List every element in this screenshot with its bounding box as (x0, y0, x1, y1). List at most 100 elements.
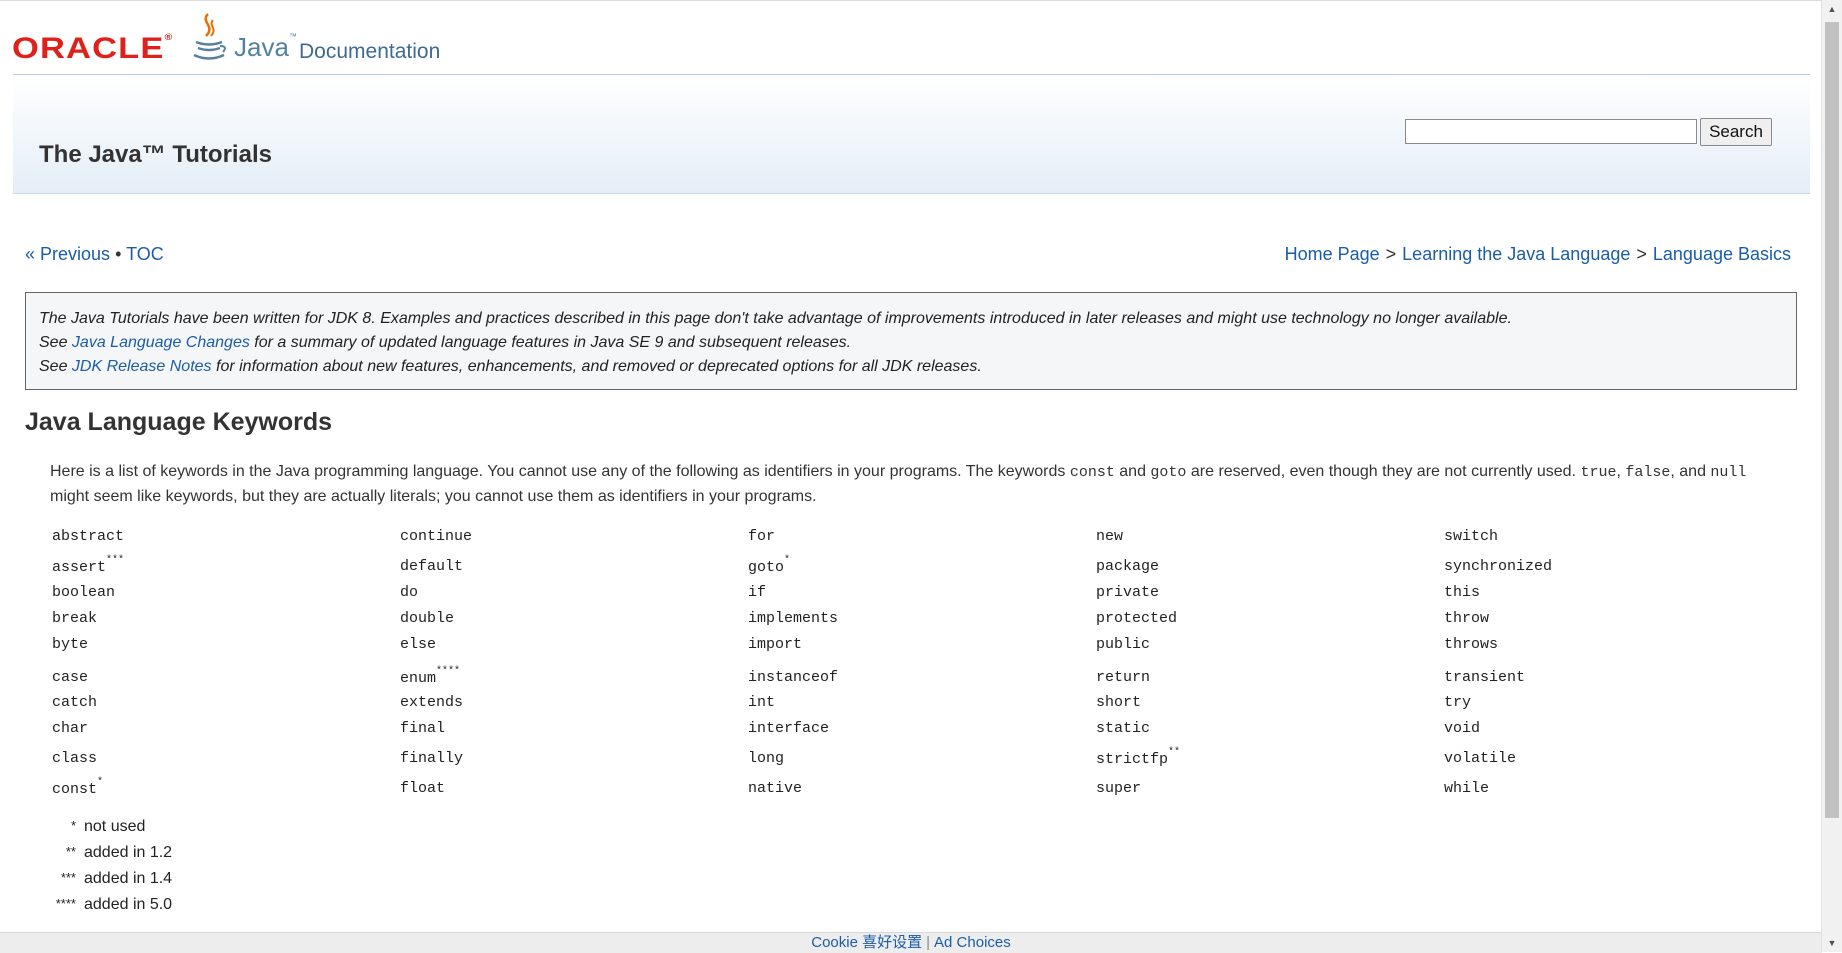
intro-text: Here is a list of keywords in the Java p… (50, 463, 1070, 480)
keyword-const: const* (52, 777, 104, 798)
keyword-extends: extends (400, 694, 464, 711)
breadcrumb-separator: > (1636, 244, 1647, 264)
java-logo[interactable]: Java™ (234, 32, 297, 63)
code-const: const (1069, 464, 1115, 481)
note-line-1: The Java Tutorials have been written for… (39, 310, 1512, 327)
keyword-footnote-mark: *** (106, 555, 125, 566)
keyword-try: try (1444, 694, 1472, 711)
code-null: null (1710, 464, 1747, 481)
note-line-2: See Java Language Changes for a summary … (39, 331, 1783, 355)
keyword-void: void (1444, 720, 1481, 737)
keyword-throws: throws (1444, 636, 1499, 653)
keyword-public: public (1096, 636, 1151, 653)
keyword-throw: throw (1444, 610, 1490, 627)
keyword-finally: finally (400, 750, 464, 767)
keyword-strictfp: strictfp** (1096, 747, 1181, 768)
legend-item: *** added in 1.4 (60, 870, 173, 887)
intro-text: and (1114, 463, 1151, 480)
keyword-footnote-mark: ** (1168, 747, 1181, 758)
note-text: for a summary of updated language featur… (249, 334, 852, 351)
keyword-goto: goto* (748, 555, 791, 576)
oracle-logo[interactable]: ORACLE® (12, 32, 173, 66)
intro-text: , and (1670, 463, 1711, 480)
note-text: See (39, 334, 72, 351)
keyword-footnote-mark: **** (436, 666, 461, 677)
keyword-else: else (400, 636, 437, 653)
keyword-short: short (1096, 694, 1142, 711)
keyword-catch: catch (52, 694, 98, 711)
previous-link[interactable]: « Previous (25, 244, 110, 264)
page-title: The Java™ Tutorials (39, 141, 272, 168)
keyword-interface: interface (748, 720, 830, 737)
nav-bullet: • (115, 244, 122, 264)
jdk-note-box: The Java Tutorials have been written for… (25, 292, 1797, 390)
keyword-for: for (748, 528, 776, 545)
java-cup-icon (193, 13, 226, 60)
keyword-boolean: boolean (52, 584, 116, 601)
breadcrumb-basics[interactable]: Language Basics (1653, 244, 1791, 264)
keyword-new: new (1096, 528, 1124, 545)
keyword-char: char (52, 720, 89, 737)
keyword-protected: protected (1096, 610, 1178, 627)
keyword-footnote-mark: * (784, 555, 791, 566)
scroll-down-icon[interactable]: ▼ (1822, 934, 1842, 952)
keyword-abstract: abstract (52, 528, 125, 545)
keywords-legend: * not used ** added in 1.2 *** added in 1.4 **… (52, 818, 172, 922)
keyword-package: package (1096, 558, 1160, 575)
java-language-changes-link[interactable]: Java Language Changes (72, 334, 250, 351)
keyword-volatile: volatile (1444, 750, 1517, 767)
search-input[interactable] (1405, 119, 1697, 144)
breadcrumb-learning[interactable]: Learning the Java Language (1402, 244, 1630, 264)
breadcrumb: Home Page > Learning the Java Language > Lan… (1285, 244, 1791, 265)
code-true: true (1580, 464, 1617, 481)
breadcrumb-home[interactable]: Home Page (1285, 244, 1380, 264)
keyword-class: class (52, 750, 98, 767)
code-goto: goto (1150, 464, 1187, 481)
footer-divider: | (926, 934, 931, 951)
keyword-private: private (1096, 584, 1160, 601)
intro-text: are reserved, even though they are not c… (1186, 463, 1581, 480)
keyword-import: import (748, 636, 803, 653)
legend-item: **** added in 5.0 (55, 896, 173, 913)
keyword-instanceof: instanceof (748, 669, 839, 686)
page: ORACLE® Java™ Documentation The Java™ Tu… (0, 0, 1822, 953)
tutorial-banner: The Java™ Tutorials Search (13, 74, 1810, 194)
keyword-case: case (52, 669, 89, 686)
search-button[interactable]: Search (1700, 118, 1772, 146)
keyword-synchronized: synchronized (1444, 558, 1553, 575)
keyword-enum: enum**** (400, 666, 461, 687)
cookie-preferences-link[interactable]: Cookie 喜好设置 (811, 934, 922, 951)
breadcrumb-separator: > (1385, 244, 1397, 264)
keyword-transient: transient (1444, 669, 1526, 686)
keyword-native: native (748, 780, 803, 797)
jdk-release-notes-link[interactable]: JDK Release Notes (72, 358, 212, 375)
note-text: for information about new features, enha… (211, 358, 982, 375)
section-title: Java Language Keywords (25, 408, 333, 436)
keyword-implements: implements (748, 610, 839, 627)
keyword-continue: continue (400, 528, 473, 545)
keyword-break: break (52, 610, 98, 627)
code-false: false (1625, 464, 1671, 481)
keyword-assert: assert*** (52, 555, 125, 576)
ad-choices-link[interactable]: Ad Choices (934, 934, 1011, 951)
toc-link[interactable]: TOC (126, 244, 164, 264)
keyword-float: float (400, 780, 446, 797)
scroll-up-icon[interactable]: ▲ (1822, 0, 1842, 18)
documentation-label[interactable]: Documentation (299, 40, 440, 64)
keyword-final: final (400, 720, 446, 737)
top-border (0, 0, 1822, 1)
keyword-double: double (400, 610, 455, 627)
footer: Cookie 喜好设置 | Ad Choices (0, 932, 1822, 953)
keyword-super: super (1096, 780, 1142, 797)
keyword-return: return (1096, 669, 1151, 686)
keyword-switch: switch (1444, 528, 1499, 545)
keyword-footnote-mark: * (97, 777, 104, 788)
scrollbar-thumb[interactable] (1825, 22, 1839, 818)
note-line-3: See JDK Release Notes for information ab… (39, 355, 1783, 379)
note-text: See (39, 358, 72, 375)
keyword-int: int (748, 694, 776, 711)
legend-item: ** added in 1.2 (65, 844, 173, 861)
keyword-default: default (400, 558, 464, 575)
vertical-scrollbar[interactable]: ▲ ▼ (1821, 0, 1842, 952)
keyword-static: static (1096, 720, 1151, 737)
